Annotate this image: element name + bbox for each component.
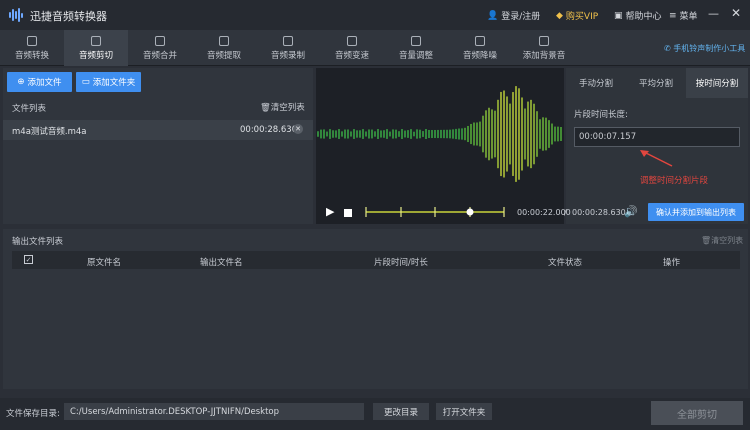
add-folder-button[interactable]: ▭ 添加文件夹	[76, 72, 141, 92]
tab-label: 添加背景音	[522, 50, 566, 61]
annotation-text: 调整时间分割片段	[640, 176, 709, 186]
tab-speed[interactable]: 音频变速	[320, 30, 384, 66]
time-separator: /	[564, 208, 567, 217]
tab-merge[interactable]: 音频合并	[128, 30, 192, 66]
open-folder-button[interactable]: 打开文件夹	[436, 403, 492, 420]
menu-icon: ≡	[669, 10, 677, 21]
close-button[interactable]: ✕	[731, 6, 741, 20]
confirm-add-output-button[interactable]: 确认并添加到输出列表	[648, 203, 744, 221]
help-center-link[interactable]: ▣ 帮助中心	[614, 9, 662, 23]
plus-icon: ⊕	[17, 77, 25, 87]
player-controls: ▶ 00:00:22.000 / 00:00:28.630 🔊 确认并添加到输出…	[316, 201, 748, 223]
total-time: 00:00:28.630	[572, 208, 626, 217]
file-duration: 00:00:28.630	[240, 125, 298, 135]
tab-time-split[interactable]: 按时间分割	[686, 68, 748, 98]
denoise-icon	[475, 35, 485, 46]
waveform-graphic	[317, 86, 562, 182]
current-time: 00:00:22.000	[517, 208, 571, 217]
folder-icon: ▭	[81, 77, 90, 87]
tab-label: 音频剪切	[78, 50, 113, 61]
file-list-title: 文件列表	[12, 104, 47, 114]
tab-label: 音频转换	[14, 50, 49, 61]
speed-icon	[347, 35, 357, 46]
music-icon	[539, 35, 549, 46]
phone-icon: ✆	[664, 44, 674, 53]
tab-music[interactable]: 添加背景音	[512, 30, 576, 66]
scissors-icon	[91, 35, 101, 46]
tab-average-split[interactable]: 平均分割	[626, 68, 686, 98]
tab-microphone[interactable]: 音频录制	[256, 30, 320, 66]
play-icon[interactable]: ▶	[326, 205, 334, 218]
save-path-field[interactable]: C:/Users/Administrator.DESKTOP-JJTNIFN/D…	[64, 403, 364, 420]
merge-icon	[155, 35, 165, 46]
buy-vip-link[interactable]: ◆ 购买VIP	[556, 9, 598, 23]
select-all-checkbox[interactable]: ✓	[24, 255, 33, 264]
tab-scissors[interactable]: 音频剪切	[64, 30, 128, 66]
tab-volume[interactable]: 音量调整	[384, 30, 448, 66]
tab-convert[interactable]: 音频转换	[0, 30, 64, 66]
ringtone-tool-link[interactable]: ✆ 手机铃声制作小工具	[664, 43, 745, 54]
trash-icon: 🗑	[260, 103, 271, 113]
vip-diamond-icon: ◆	[556, 10, 563, 21]
menu-button[interactable]: ≡ 菜单	[669, 9, 698, 23]
app-logo-icon	[9, 8, 25, 22]
timeline-slider[interactable]	[364, 204, 509, 220]
tab-label: 音频提取	[206, 50, 241, 61]
microphone-icon	[283, 35, 293, 46]
annotation-arrow-icon	[640, 150, 673, 167]
volume-icon	[411, 35, 421, 46]
col-segment-duration: 片段时间/时长	[374, 258, 428, 268]
tab-label: 音频录制	[270, 50, 305, 61]
clear-file-list-button[interactable]: 🗑清空列表	[260, 101, 305, 113]
cut-all-button[interactable]: 全部剪切	[651, 401, 743, 425]
app-title: 迅捷音频转换器	[30, 10, 107, 23]
stop-icon[interactable]	[344, 209, 352, 217]
output-list-title: 输出文件列表	[12, 237, 64, 247]
trash-icon: 🗑	[701, 236, 712, 245]
segment-length-input[interactable]: 00:00:07.157	[574, 127, 740, 147]
col-output-name: 输出文件名	[200, 258, 243, 268]
tab-label: 音频变速	[334, 50, 369, 61]
tab-label: 音量调整	[398, 50, 433, 61]
volume-icon[interactable]: 🔊	[624, 205, 638, 218]
tab-label: 音频降噪	[462, 50, 497, 61]
segment-length-label: 片段时间长度:	[574, 110, 628, 120]
tab-label: 音频合并	[142, 50, 177, 61]
convert-icon	[27, 35, 37, 46]
tab-denoise[interactable]: 音频降噪	[448, 30, 512, 66]
col-file-status: 文件状态	[548, 258, 583, 268]
save-dir-label: 文件保存目录:	[6, 409, 60, 419]
clear-output-list-button[interactable]: 🗑清空列表	[701, 235, 743, 246]
extract-icon	[219, 35, 229, 46]
tab-extract[interactable]: 音频提取	[192, 30, 256, 66]
login-link[interactable]: 👤 登录/注册	[487, 9, 540, 23]
col-actions: 操作	[663, 258, 681, 268]
change-dir-button[interactable]: 更改目录	[373, 403, 429, 420]
tab-manual-split[interactable]: 手动分割	[566, 68, 626, 98]
col-source-name: 原文件名	[87, 258, 122, 268]
user-icon: 👤	[487, 10, 499, 21]
remove-file-icon[interactable]: ✕	[293, 124, 303, 134]
file-name: m4a测试音频.m4a	[12, 127, 87, 137]
minimize-button[interactable]: —	[708, 7, 719, 20]
add-file-button[interactable]: ⊕ 添加文件	[7, 72, 72, 92]
help-icon: ▣	[614, 10, 623, 21]
file-list-item[interactable]: m4a测试音频.m4a 00:00:28.630 ✕	[3, 120, 313, 140]
